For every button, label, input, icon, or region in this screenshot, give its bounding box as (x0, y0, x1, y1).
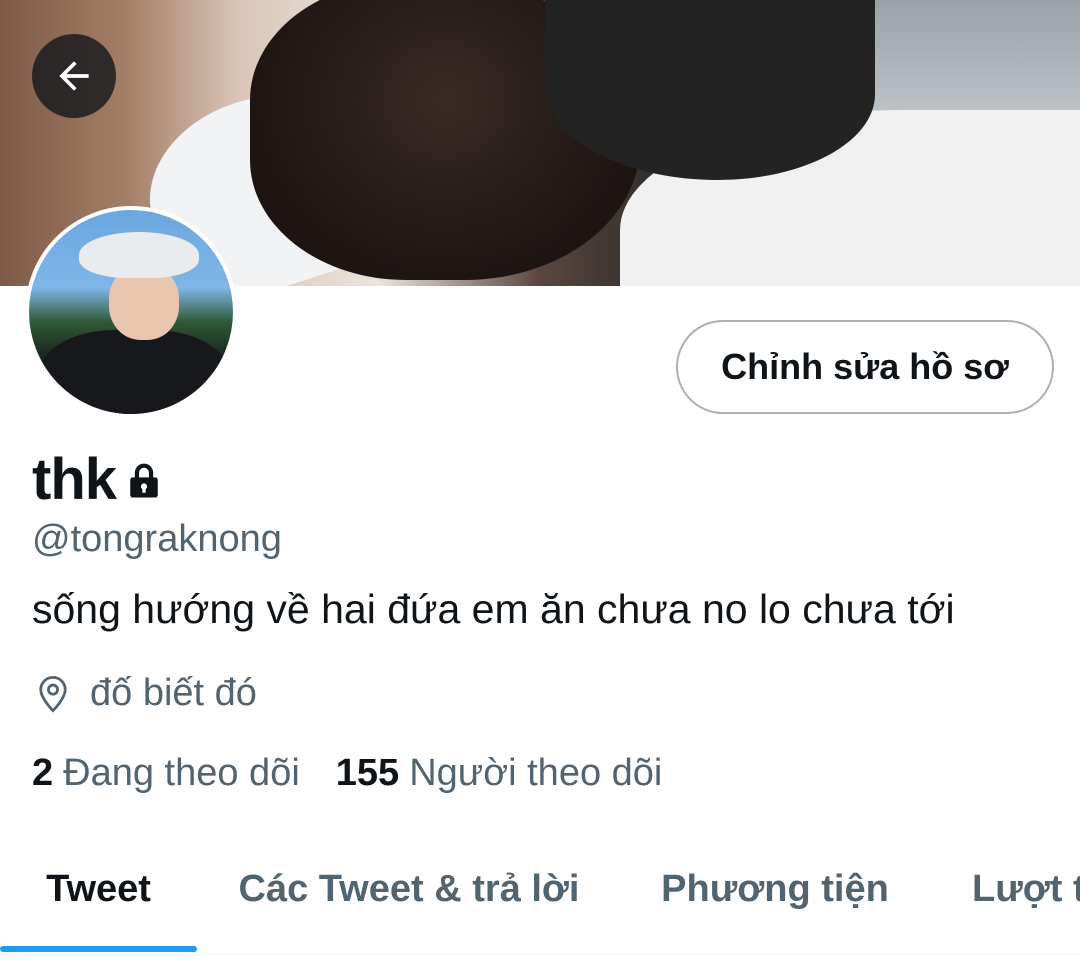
name-row: thk (32, 446, 166, 513)
profile-location: đố biết đó (32, 672, 257, 715)
following-link[interactable]: 2 Đang theo dõi (32, 752, 300, 795)
tab-tweets-and-replies[interactable]: Các Tweet & trả lời (213, 830, 605, 948)
following-label: Đang theo dõi (63, 752, 300, 794)
avatar-hat (79, 232, 199, 278)
tab-media[interactable]: Phương tiện (642, 830, 908, 948)
avatar[interactable] (25, 206, 237, 418)
username-handle: @tongraknong (32, 518, 282, 560)
profile-tabs: Tweet Các Tweet & trả lời Phương tiện Lư… (0, 830, 1080, 955)
back-button[interactable] (32, 34, 116, 118)
map-pin-icon (39, 675, 67, 713)
following-count: 2 (32, 752, 54, 794)
followers-label: Người theo dõi (409, 752, 663, 794)
followers-count: 155 (335, 752, 400, 794)
avatar-jacket (39, 330, 229, 414)
tab-tweets[interactable]: Tweet (0, 830, 197, 948)
lock-icon (122, 459, 166, 508)
location-text: đố biết đó (90, 672, 257, 714)
followers-link[interactable]: 155 Người theo dõi (336, 752, 663, 795)
tabs-divider (0, 954, 1080, 955)
active-tab-indicator (0, 946, 197, 952)
arrow-left-icon (59, 61, 89, 91)
edit-profile-button[interactable]: Chỉnh sửa hồ sơ (676, 320, 1054, 414)
display-name: thk (32, 447, 117, 512)
profile-bio: sống hướng về hai đứa em ăn chưa no lo c… (32, 586, 955, 632)
tab-likes[interactable]: Lượt thích (948, 830, 1080, 948)
follow-stats: 2 Đang theo dõi 155 Người theo dõi (32, 752, 662, 795)
